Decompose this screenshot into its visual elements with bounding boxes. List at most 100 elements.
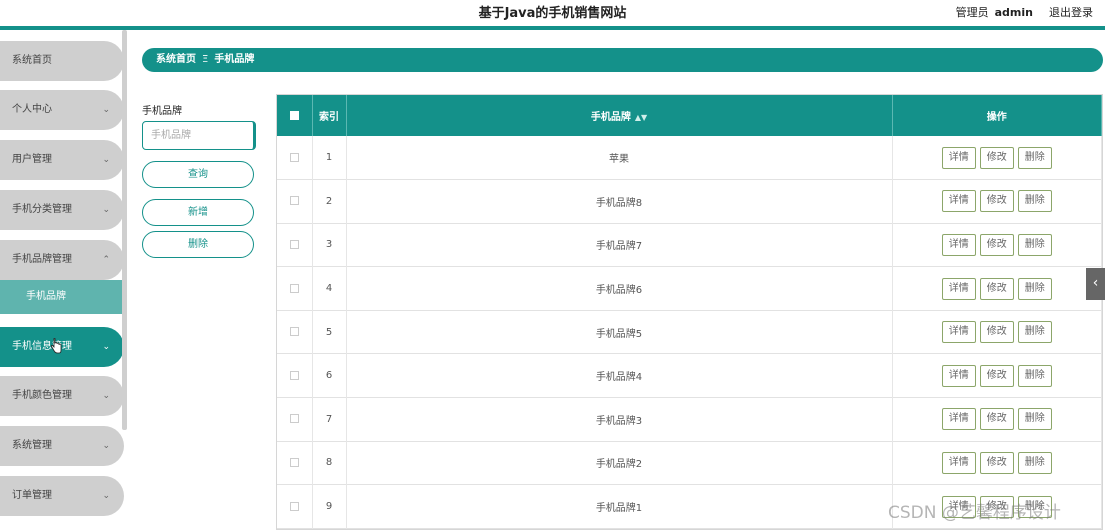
chevron-down-icon: ⌄ <box>102 491 110 501</box>
row-index: 6 <box>312 353 347 398</box>
table-row: 7 手机品牌3 详情 修改 删除 <box>277 397 1102 442</box>
chevron-down-icon: ⌄ <box>102 441 110 451</box>
table-row: 3 手机品牌7 详情 修改 删除 <box>277 223 1102 267</box>
row-delete-button[interactable]: 删除 <box>1017 146 1052 169</box>
sidebar-scrollbar[interactable] <box>122 30 127 430</box>
row-checkbox-cell <box>277 136 313 180</box>
logout-link[interactable]: 退出登录 <box>1049 6 1093 19</box>
detail-button[interactable]: 详情 <box>941 451 976 474</box>
row-index: 7 <box>312 397 347 442</box>
row-delete-button[interactable]: 删除 <box>1017 364 1052 387</box>
sidebar-item-label: 手机分类管理 <box>12 204 72 215</box>
detail-button[interactable]: 详情 <box>941 408 976 431</box>
sidebar-item-label: 系统管理 <box>12 440 52 451</box>
breadcrumb-current: 手机品牌 <box>214 54 255 65</box>
watermark: CSDN @艺馨程序设计 <box>888 503 1061 523</box>
row-checkbox[interactable] <box>289 414 299 424</box>
edit-button[interactable]: 修改 <box>979 408 1014 431</box>
breadcrumb-home[interactable]: 系统首页 <box>156 54 196 65</box>
header-divider <box>0 26 1105 30</box>
edit-button[interactable]: 修改 <box>979 451 1014 474</box>
row-checkbox-cell <box>277 266 313 311</box>
row-checkbox[interactable] <box>289 283 299 293</box>
username: admin <box>994 6 1033 19</box>
detail-button[interactable]: 详情 <box>941 233 976 256</box>
row-index: 1 <box>312 136 347 180</box>
site-title: 基于Java的手机销售网站 <box>478 6 627 21</box>
submenu-item-phone-brand[interactable]: 手机品牌 <box>0 280 124 314</box>
breadcrumb: 系统首页 Ξ 手机品牌 <box>142 48 1103 72</box>
sidebar-item-phone-info-management[interactable]: 手机信息管理 ⌄ <box>0 327 124 367</box>
chevron-up-icon: ⌃ <box>102 255 110 265</box>
search-label: 手机品牌 <box>142 106 182 117</box>
row-checkbox[interactable] <box>289 501 299 511</box>
table-row: 2 手机品牌8 详情 修改 删除 <box>277 179 1102 224</box>
header-checkbox-cell <box>277 95 313 136</box>
sidebar-item-color-management[interactable]: 手机颜色管理 ⌄ <box>0 376 124 416</box>
table-header-row: 索引 手机品牌 ▲▼ 操作 <box>277 95 1102 136</box>
header-brand[interactable]: 手机品牌 ▲▼ <box>346 95 893 136</box>
row-delete-button[interactable]: 删除 <box>1017 190 1052 213</box>
chevron-down-icon: ⌄ <box>102 105 110 115</box>
brand-search-input[interactable] <box>142 121 256 150</box>
edit-button[interactable]: 修改 <box>979 146 1014 169</box>
row-checkbox-cell <box>277 484 313 529</box>
collapse-panel-button[interactable]: ‹ <box>1086 268 1105 300</box>
table-row: 4 手机品牌6 详情 修改 删除 <box>277 266 1102 311</box>
sidebar-item-order-management[interactable]: 订单管理 ⌄ <box>0 476 124 516</box>
sidebar-item-personal-center[interactable]: 个人中心 ⌄ <box>0 90 124 130</box>
sidebar-item-label: 订单管理 <box>12 490 52 501</box>
detail-button[interactable]: 详情 <box>941 190 976 213</box>
row-index: 2 <box>312 179 347 224</box>
row-checkbox-cell <box>277 310 313 354</box>
sort-icon[interactable]: ▲▼ <box>635 113 647 122</box>
row-delete-button[interactable]: 删除 <box>1017 451 1052 474</box>
edit-button[interactable]: 修改 <box>979 190 1014 213</box>
sidebar-item-system-management[interactable]: 系统管理 ⌄ <box>0 426 124 466</box>
edit-button[interactable]: 修改 <box>979 233 1014 256</box>
edit-button[interactable]: 修改 <box>979 364 1014 387</box>
sidebar-item-brand-management[interactable]: 手机品牌管理 ⌃ <box>0 240 124 280</box>
row-delete-button[interactable]: 删除 <box>1017 277 1052 300</box>
table-row: 5 手机品牌5 详情 修改 删除 <box>277 310 1102 354</box>
row-checkbox[interactable] <box>289 152 299 162</box>
row-index: 5 <box>312 310 347 354</box>
query-button[interactable]: 查询 <box>142 161 254 188</box>
row-actions: 详情 修改 删除 <box>892 397 1102 442</box>
row-delete-button[interactable]: 删除 <box>1017 233 1052 256</box>
delete-button[interactable]: 删除 <box>142 231 254 258</box>
breadcrumb-separator: Ξ <box>202 54 209 65</box>
detail-button[interactable]: 详情 <box>941 321 976 344</box>
sidebar-item-label: 手机品牌管理 <box>12 254 72 265</box>
sidebar-item-home[interactable]: 系统首页 <box>0 41 124 81</box>
header-brand-label: 手机品牌 <box>590 112 631 123</box>
sidebar-item-category-management[interactable]: 手机分类管理 ⌄ <box>0 190 124 230</box>
edit-button[interactable]: 修改 <box>979 277 1014 300</box>
detail-button[interactable]: 详情 <box>941 364 976 387</box>
row-checkbox-cell <box>277 397 313 442</box>
row-index: 8 <box>312 441 347 485</box>
row-delete-button[interactable]: 删除 <box>1017 321 1052 344</box>
row-checkbox[interactable] <box>289 327 299 337</box>
row-checkbox[interactable] <box>289 239 299 249</box>
sidebar-item-user-management[interactable]: 用户管理 ⌄ <box>0 140 124 180</box>
add-button[interactable]: 新增 <box>142 199 254 226</box>
row-checkbox[interactable] <box>289 457 299 467</box>
edit-button[interactable]: 修改 <box>979 321 1014 344</box>
sidebar-item-label: 用户管理 <box>12 154 52 165</box>
row-checkbox-cell <box>277 179 313 224</box>
chevron-down-icon: ⌄ <box>102 342 110 352</box>
row-checkbox[interactable] <box>289 370 299 380</box>
table-row: 8 手机品牌2 详情 修改 删除 <box>277 441 1102 485</box>
row-brand: 手机品牌4 <box>346 353 893 398</box>
chevron-down-icon: ⌄ <box>102 205 110 215</box>
row-index: 9 <box>312 484 347 529</box>
row-delete-button[interactable]: 删除 <box>1017 408 1052 431</box>
select-all-checkbox[interactable] <box>289 110 299 120</box>
row-checkbox[interactable] <box>289 196 299 206</box>
detail-button[interactable]: 详情 <box>941 146 976 169</box>
submenu-item-label: 手机品牌 <box>26 291 66 302</box>
row-actions: 详情 修改 删除 <box>892 179 1102 224</box>
detail-button[interactable]: 详情 <box>941 277 976 300</box>
row-actions: 详情 修改 删除 <box>892 266 1102 311</box>
